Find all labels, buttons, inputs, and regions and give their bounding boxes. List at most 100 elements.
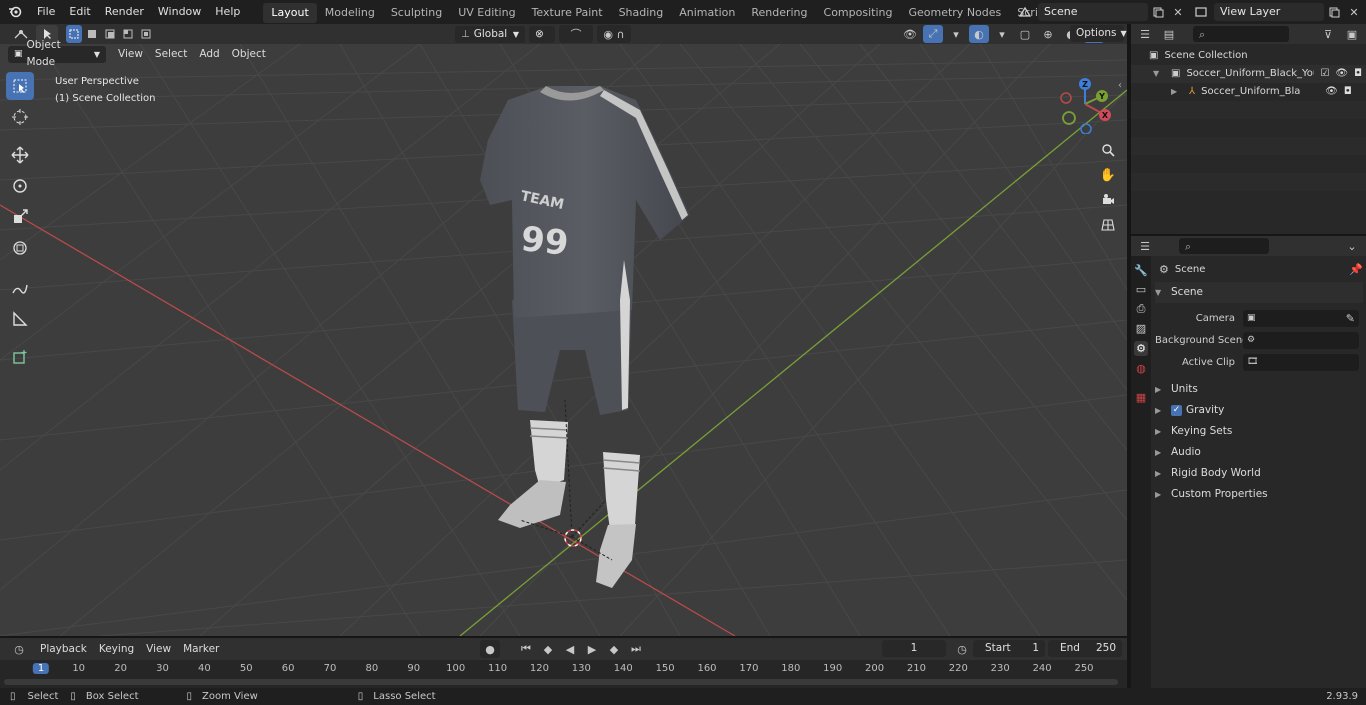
camera-view-icon[interactable] xyxy=(1098,190,1118,210)
transform-tool-icon[interactable] xyxy=(6,234,34,262)
scene-icon[interactable] xyxy=(1012,3,1038,21)
move-tool-icon[interactable] xyxy=(6,141,34,169)
prev-keyframe-icon[interactable]: ◆ xyxy=(538,640,558,658)
play-icon[interactable]: ▶ xyxy=(582,640,602,658)
end-frame-field[interactable]: End 250 xyxy=(1048,640,1122,657)
pivot-point-dropdown[interactable]: ⊗ xyxy=(529,25,555,43)
blender-logo-icon[interactable] xyxy=(0,3,30,21)
perspective-toggle-icon[interactable] xyxy=(1098,215,1118,235)
scale-tool-icon[interactable] xyxy=(6,203,34,231)
menu-edit[interactable]: Edit xyxy=(62,0,97,24)
menu-object[interactable]: Object xyxy=(226,45,272,63)
checkbox-icon[interactable]: ☑ xyxy=(1320,65,1329,83)
select-subtract-icon[interactable] xyxy=(102,25,118,43)
menu-select[interactable]: Select xyxy=(149,45,193,63)
panel-units[interactable]: ▶ Units xyxy=(1155,379,1363,400)
menu-add[interactable]: Add xyxy=(193,45,225,63)
display-mode-icon[interactable]: ▤ xyxy=(1159,25,1179,43)
menu-help[interactable]: Help xyxy=(208,0,247,24)
menu-window[interactable]: Window xyxy=(151,0,208,24)
filter-icon[interactable]: ⊽ xyxy=(1318,25,1338,43)
sidebar-toggle-icon[interactable]: ‹ xyxy=(1118,80,1122,91)
delete-view-layer-icon[interactable]: ✕ xyxy=(1344,3,1364,21)
view-layer-tab-icon[interactable]: ▨ xyxy=(1136,322,1146,335)
eyedropper-icon[interactable]: ✎ xyxy=(1346,312,1355,325)
properties-editor-type-icon[interactable]: ☰ xyxy=(1135,237,1155,255)
menu-render[interactable]: Render xyxy=(98,0,151,24)
background-scene-field[interactable]: ⚙ xyxy=(1243,331,1359,349)
outliner-row-uniform-collection[interactable]: ▼ ▣ Soccer_Uniform_Black_Your_T ☑ 👁 ◘ xyxy=(1131,65,1366,83)
camera-icon[interactable]: ◘ xyxy=(1344,83,1352,101)
xray-toggle-icon[interactable]: ▢ xyxy=(1015,25,1035,43)
outliner-search-input[interactable]: ⌕ xyxy=(1193,26,1289,42)
select-intersect-icon[interactable] xyxy=(138,25,154,43)
rotate-tool-icon[interactable] xyxy=(6,172,34,200)
gravity-checkbox[interactable]: ✓ xyxy=(1171,405,1182,416)
scene-panel-header[interactable]: ▼ Scene xyxy=(1155,282,1363,303)
hand-pan-icon[interactable]: ✋ xyxy=(1098,165,1118,185)
active-clip-field[interactable]: 🎞 xyxy=(1243,353,1359,371)
wireframe-shading-icon[interactable]: ⊕ xyxy=(1038,25,1058,43)
next-keyframe-icon[interactable]: ◆ xyxy=(604,640,624,658)
zoom-icon[interactable] xyxy=(1098,140,1118,160)
copy-view-layer-icon[interactable] xyxy=(1324,3,1344,21)
overlay-dropdown-icon[interactable]: ▾ xyxy=(946,25,966,43)
scene-tab-icon[interactable]: ⚙ xyxy=(1134,341,1148,356)
transform-orientation-dropdown[interactable]: ⊥ Global ▼ xyxy=(455,25,525,43)
menu-keying[interactable]: Keying xyxy=(93,640,140,658)
object-mode-dropdown[interactable]: ▣ Object Mode ▼ xyxy=(8,39,106,68)
navigation-gizmo[interactable]: Z Y X xyxy=(1055,74,1115,134)
tab-rendering[interactable]: Rendering xyxy=(743,3,815,23)
camera-field[interactable]: ▣ ✎ xyxy=(1243,309,1359,327)
overlays-toggle-icon[interactable]: ◐ xyxy=(969,25,989,43)
tab-texture-paint[interactable]: Texture Paint xyxy=(524,3,611,23)
panel-gravity[interactable]: ▶ ✓ Gravity xyxy=(1155,400,1363,421)
panel-audio[interactable]: ▶ Audio xyxy=(1155,442,1363,463)
panel-keying-sets[interactable]: ▶ Keying Sets xyxy=(1155,421,1363,442)
visibility-icon[interactable]: 👁 xyxy=(900,25,920,43)
eye-icon[interactable]: 👁 xyxy=(1325,83,1338,101)
menu-marker[interactable]: Marker xyxy=(177,640,225,658)
record-icon[interactable]: ● xyxy=(480,640,500,658)
new-collection-icon[interactable]: ▣ xyxy=(1342,25,1362,43)
expand-icon[interactable]: ▶ xyxy=(1171,83,1183,101)
properties-search-input[interactable]: ⌕ xyxy=(1179,238,1269,254)
tab-sculpting[interactable]: Sculpting xyxy=(383,3,450,23)
tab-compositing[interactable]: Compositing xyxy=(816,3,901,23)
jump-start-icon[interactable]: ⏮ xyxy=(516,640,536,658)
add-cube-tool-icon[interactable] xyxy=(6,343,34,371)
menu-file[interactable]: File xyxy=(30,0,62,24)
menu-timeline-view[interactable]: View xyxy=(140,640,177,658)
view-layer-icon[interactable] xyxy=(1188,3,1214,21)
annotate-tool-icon[interactable] xyxy=(6,274,34,302)
pin-icon[interactable]: 📌 xyxy=(1349,263,1363,276)
view-layer-field[interactable]: View Layer xyxy=(1214,3,1324,21)
tool-tab-icon[interactable]: 🔧 xyxy=(1134,264,1148,277)
timeline-area[interactable]: 1 10 20 30 40 50 60 70 80 90 100 110 120 130 140 150 160… xyxy=(0,660,1127,688)
3d-viewport[interactable]: TEAM 99 User Perspective (1) Scene Colle… xyxy=(0,44,1127,636)
expand-icon[interactable]: ▼ xyxy=(1153,65,1165,83)
tab-layout[interactable]: Layout xyxy=(263,3,317,23)
panel-custom-properties[interactable]: ▶ Custom Properties xyxy=(1155,484,1363,505)
timeline-editor-type-icon[interactable]: ◷ xyxy=(4,640,34,658)
tab-geometry-nodes[interactable]: Geometry Nodes xyxy=(900,3,1009,23)
snap-toggle-icon[interactable]: ⌒ xyxy=(559,25,593,43)
tab-animation[interactable]: Animation xyxy=(671,3,743,23)
timeline-scrollbar[interactable] xyxy=(4,679,1118,685)
world-tab-icon[interactable]: ◍ xyxy=(1136,362,1146,375)
measure-tool-icon[interactable] xyxy=(6,305,34,333)
clock-icon[interactable]: ◷ xyxy=(952,640,972,658)
play-reverse-icon[interactable]: ◀ xyxy=(560,640,580,658)
texture-tab-icon[interactable]: ▦ xyxy=(1136,391,1146,404)
tab-shading[interactable]: Shading xyxy=(611,3,672,23)
eye-icon[interactable]: 👁 xyxy=(1335,65,1348,83)
menu-playback[interactable]: Playback xyxy=(34,640,93,658)
menu-view[interactable]: View xyxy=(112,45,149,63)
properties-options-icon[interactable]: ⌄ xyxy=(1342,237,1362,255)
tab-modeling[interactable]: Modeling xyxy=(317,3,383,23)
render-tab-icon[interactable]: ▭ xyxy=(1136,283,1146,296)
outliner-row-scene-collection[interactable]: ▣ Scene Collection xyxy=(1131,47,1366,65)
gizmo-toggle-icon[interactable]: ⤢ xyxy=(923,25,943,43)
start-frame-field[interactable]: Start 1 xyxy=(973,640,1045,657)
current-frame-field[interactable]: 1 xyxy=(882,640,946,657)
